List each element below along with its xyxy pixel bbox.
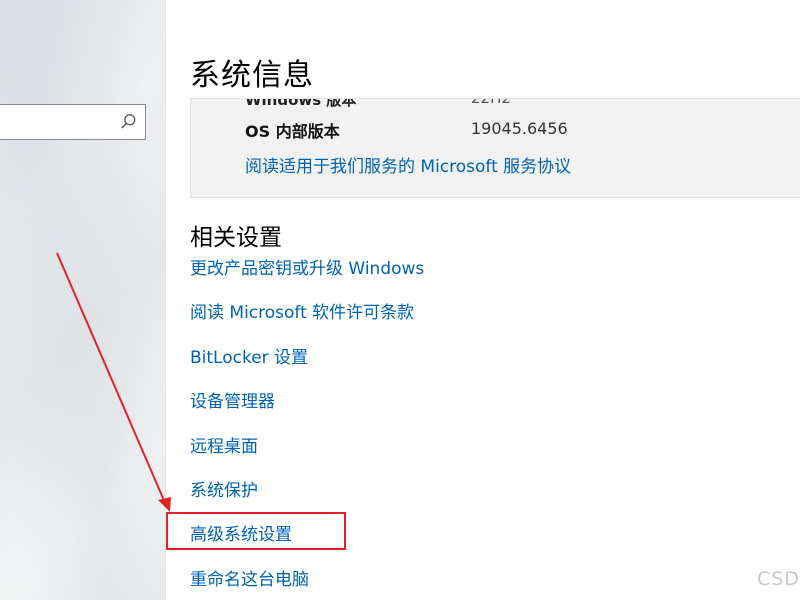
screenshot: 系统信息 Windows 版本 22H2 OS 内部版本 19045.6456 … xyxy=(0,0,800,600)
related-settings-heading: 相关设置 xyxy=(190,225,282,251)
annotation-highlight-box xyxy=(166,512,346,550)
license-terms-link[interactable]: 阅读 Microsoft 软件许可条款 xyxy=(190,300,424,344)
page-title: 系统信息 xyxy=(190,58,314,93)
search-input[interactable] xyxy=(0,104,146,140)
windows-version-row: Windows 版本 22H2 xyxy=(245,98,511,110)
remote-desktop-link[interactable]: 远程桌面 xyxy=(190,434,424,478)
system-info-card: Windows 版本 22H2 OS 内部版本 19045.6456 阅读适用于… xyxy=(190,98,800,198)
watermark-text: CSD xyxy=(757,568,800,590)
search-icon[interactable] xyxy=(119,113,137,131)
main-content: 系统信息 Windows 版本 22H2 OS 内部版本 19045.6456 … xyxy=(166,0,800,600)
sidebar xyxy=(0,0,165,600)
device-manager-link[interactable]: 设备管理器 xyxy=(190,389,424,433)
os-build-label: OS 内部版本 xyxy=(245,122,340,141)
rename-pc-link[interactable]: 重命名这台电脑 xyxy=(190,567,424,600)
os-build-value: 19045.6456 xyxy=(471,119,568,138)
windows-version-value: 22H2 xyxy=(471,98,511,107)
bitlocker-settings-link[interactable]: BitLocker 设置 xyxy=(190,345,424,389)
windows-version-label: Windows 版本 xyxy=(245,98,357,109)
service-agreement-link[interactable]: 阅读适用于我们服务的 Microsoft 服务协议 xyxy=(245,152,571,177)
change-product-key-link[interactable]: 更改产品密钥或升级 Windows xyxy=(190,256,424,300)
